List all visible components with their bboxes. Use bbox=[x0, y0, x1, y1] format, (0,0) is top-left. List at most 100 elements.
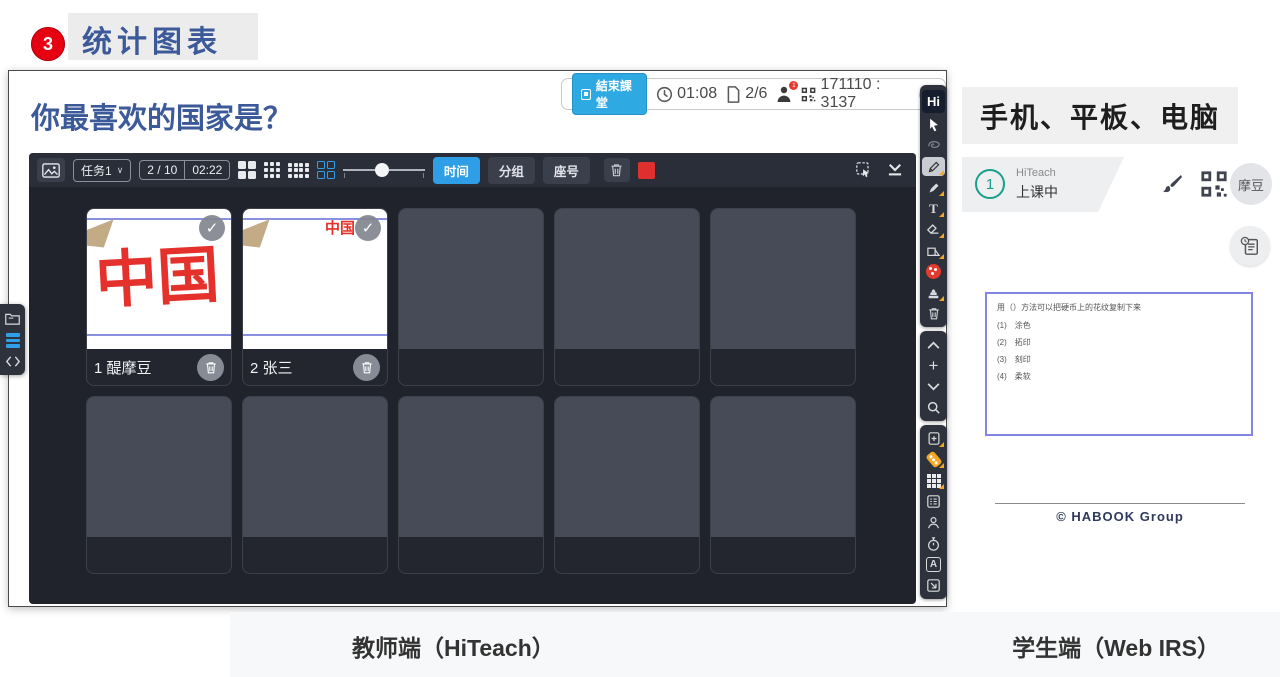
board-question-title: 用（）方法可以把硬币上的花纹复制下来 bbox=[997, 302, 1241, 313]
sort-by-group-tab[interactable]: 分组 bbox=[488, 157, 535, 184]
collapse-icon[interactable] bbox=[6, 356, 20, 367]
clock-icon bbox=[656, 86, 673, 103]
card-name-bar: 1 醍摩豆 bbox=[87, 349, 231, 385]
page-icon bbox=[726, 86, 741, 103]
sort-by-seat-tab[interactable]: 座号 bbox=[543, 157, 590, 184]
teacher-caption: 教师端（HiTeach） bbox=[352, 629, 555, 663]
answer-card[interactable]: 中国 ✓ 1 醍摩豆 bbox=[86, 208, 232, 386]
student-name: 2 张三 bbox=[250, 357, 347, 378]
class-timer: 01:08 bbox=[656, 85, 717, 103]
trash-icon bbox=[205, 361, 217, 374]
qr-code-icon[interactable] bbox=[801, 86, 816, 103]
answer-card[interactable]: 中国 ✓ 2 张三 bbox=[242, 208, 388, 386]
answers-toolbar: 任务1 ∨ 2 / 10 02:22 时间 分组 座号 bbox=[29, 153, 916, 187]
student-caption: 学生端（Web IRS） bbox=[1012, 629, 1220, 663]
shape-icon[interactable] bbox=[920, 240, 947, 261]
grid-3x3-view-button[interactable] bbox=[264, 162, 280, 178]
trash-icon bbox=[610, 163, 623, 177]
clear-answers-button[interactable] bbox=[604, 158, 630, 182]
answer-card-empty bbox=[554, 208, 700, 386]
select-mode-icon[interactable] bbox=[856, 162, 872, 178]
answer-thumbnail[interactable]: 中国 ✓ bbox=[87, 209, 231, 349]
task-selector[interactable]: 任务1 ∨ bbox=[73, 159, 131, 182]
marker-icon[interactable] bbox=[920, 177, 947, 198]
student-avatar[interactable]: 摩豆 bbox=[1230, 163, 1272, 205]
image-icon bbox=[42, 163, 60, 178]
stop-collection-button[interactable] bbox=[638, 162, 655, 179]
new-page-icon[interactable] bbox=[920, 428, 947, 449]
task-selector-label: 任务1 bbox=[81, 162, 112, 179]
room-id-value: 171110 : 3137 bbox=[821, 76, 910, 112]
image-view-button[interactable] bbox=[37, 158, 65, 182]
card-name-bar: 2 张三 bbox=[243, 349, 387, 385]
plus-icon[interactable]: + bbox=[920, 355, 947, 376]
class-timer-value: 01:08 bbox=[677, 85, 717, 103]
grid-icon[interactable] bbox=[920, 470, 947, 491]
slide-decoration bbox=[242, 219, 274, 250]
pencil-icon[interactable] bbox=[920, 156, 947, 177]
slider-handle[interactable] bbox=[375, 163, 389, 177]
board-option: (3) 刻印 bbox=[997, 354, 1241, 365]
answer-card-empty bbox=[86, 396, 232, 574]
class-status-bar: 結束課堂 01:08 2/6 1 171110 : 3137 ◎ bbox=[561, 78, 946, 110]
webirs-header: 1 HiTeach 上课中 摩豆 bbox=[962, 157, 1280, 212]
webirs-app-name: HiTeach bbox=[1016, 167, 1056, 179]
text-recognition-icon[interactable]: A bbox=[920, 554, 947, 575]
teacher-window: 你最喜欢的国家是？ 結束課堂 01:08 2/6 1 171110 : 3137 bbox=[8, 70, 947, 607]
board-option: (4) 柔软 bbox=[997, 371, 1241, 382]
export-icon[interactable] bbox=[920, 575, 947, 596]
group-number-badge: 1 bbox=[975, 169, 1005, 199]
board-option: (1) 涂色 bbox=[997, 320, 1241, 331]
magnifier-icon[interactable] bbox=[920, 397, 947, 418]
elapsed-time: 02:22 bbox=[184, 161, 229, 179]
question-title: 你最喜欢的国家是？ bbox=[31, 95, 292, 137]
checkmark-icon: ✓ bbox=[199, 215, 225, 241]
delete-answer-button[interactable] bbox=[353, 354, 380, 381]
habook-footer: © HABOOK Group bbox=[995, 509, 1245, 524]
task-history-button[interactable] bbox=[1230, 226, 1270, 266]
answer-card-empty bbox=[398, 396, 544, 574]
pointer-icon[interactable] bbox=[920, 114, 947, 135]
answer-progress: 2 / 10 bbox=[140, 161, 184, 179]
chevron-down-icon: ∨ bbox=[117, 165, 124, 176]
pick-student-icon[interactable] bbox=[920, 512, 947, 533]
stamp-icon[interactable] bbox=[920, 282, 947, 303]
text-icon[interactable]: T bbox=[920, 198, 947, 219]
hiteach-logo[interactable]: Hi bbox=[920, 88, 947, 114]
caption-bar: 教师端（HiTeach） 学生端（Web IRS） bbox=[230, 612, 1280, 677]
grid-4x3-view-button[interactable] bbox=[288, 163, 309, 178]
room-id-group: 171110 : 3137 bbox=[801, 76, 909, 112]
delete-answer-button[interactable] bbox=[197, 354, 224, 381]
grid-outline-view-button-active[interactable] bbox=[317, 161, 335, 179]
answer-card-empty bbox=[242, 396, 388, 574]
answers-canvas: 任务1 ∨ 2 / 10 02:22 时间 分组 座号 bbox=[29, 153, 916, 604]
qr-code-icon[interactable] bbox=[1200, 170, 1228, 198]
folder-icon[interactable] bbox=[5, 312, 20, 325]
device-heading: 手机、平板、电脑 bbox=[962, 87, 1238, 144]
answer-thumbnail[interactable]: 中国 ✓ bbox=[243, 209, 387, 349]
eraser-icon[interactable] bbox=[920, 219, 947, 240]
chevron-up-icon[interactable] bbox=[920, 334, 947, 355]
palette-icon[interactable] bbox=[920, 261, 947, 282]
chevron-down-icon[interactable] bbox=[920, 376, 947, 397]
progress-time-chip: 2 / 10 02:22 bbox=[139, 160, 230, 180]
trash-icon[interactable] bbox=[920, 303, 947, 324]
task-history-icon bbox=[1240, 236, 1260, 256]
class-in-session-label: 上课中 bbox=[1016, 182, 1058, 202]
irs-clicker-icon[interactable] bbox=[920, 449, 947, 470]
timer-icon[interactable] bbox=[920, 533, 947, 554]
end-class-button[interactable]: 結束課堂 bbox=[572, 73, 647, 115]
thumbnail-size-slider[interactable] bbox=[343, 162, 425, 178]
sort-by-time-tab[interactable]: 时间 bbox=[433, 157, 480, 184]
collapse-toolbar-icon[interactable] bbox=[886, 163, 904, 177]
teacher-avatar[interactable]: 1 bbox=[776, 85, 792, 103]
board-option: (2) 拓印 bbox=[997, 337, 1241, 348]
answer-card-empty bbox=[710, 208, 856, 386]
student-question-board: 用（）方法可以把硬币上的花纹复制下来 (1) 涂色 (2) 拓印 (3) 刻印 … bbox=[985, 292, 1253, 436]
brush-icon[interactable] bbox=[1160, 172, 1184, 196]
lasso-icon[interactable] bbox=[920, 135, 947, 156]
worklist-icon[interactable] bbox=[920, 491, 947, 512]
grid-2x2-view-button[interactable] bbox=[238, 161, 256, 179]
pages-icon[interactable] bbox=[6, 333, 20, 348]
page-counter-value: 2/6 bbox=[745, 85, 767, 103]
